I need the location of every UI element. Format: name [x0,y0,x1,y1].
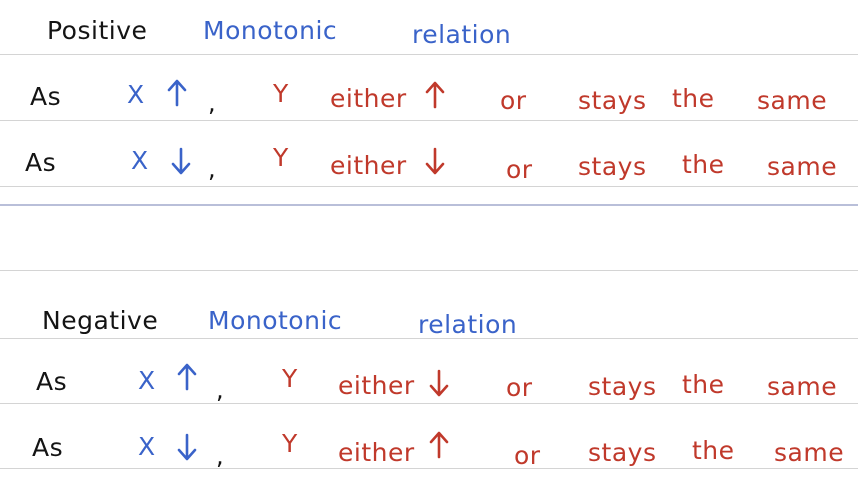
red-up-arrow-icon [428,430,450,460]
y-variable: Y [273,143,289,172]
either-text: either [330,151,407,180]
y-variable: Y [273,79,289,108]
red-up-arrow-icon [424,80,446,110]
the-text: the [672,84,715,113]
ruled-line [0,468,858,469]
x-variable: X [138,432,156,461]
the-text: the [682,150,725,179]
same-text: same [767,152,838,181]
or-text: or [506,373,533,402]
as-text: As [25,148,57,177]
title-word-monotonic: Monotonic [208,306,343,335]
same-text: same [774,438,845,467]
either-text: either [330,84,407,113]
or-text: or [506,155,533,184]
stays-text: stays [588,372,657,401]
comma: , [208,89,216,117]
same-text: same [757,86,828,115]
ruled-line [0,403,858,404]
ruled-line [0,54,858,55]
either-text: either [338,438,415,467]
x-variable: X [138,366,156,395]
x-variable: X [131,146,149,175]
stays-text: stays [588,438,657,467]
title-word-relation: relation [412,20,512,49]
blue-up-arrow-icon [176,362,198,392]
ruled-line [0,186,858,187]
x-variable: X [127,80,145,109]
stays-text: stays [578,152,647,181]
as-text: As [32,433,64,462]
stays-text: stays [578,86,647,115]
y-variable: Y [282,364,298,393]
comma: , [216,442,224,470]
blue-up-arrow-icon [166,78,188,108]
title-word-negative: Negative [42,306,159,335]
comma: , [208,155,216,183]
blue-down-arrow-icon [176,432,198,462]
or-text: or [514,441,541,470]
same-text: same [767,372,838,401]
as-text: As [36,367,68,396]
comma: , [216,376,224,404]
title-word-positive: Positive [47,16,148,45]
red-down-arrow-icon [424,146,446,176]
title-word-monotonic: Monotonic [203,16,338,45]
as-text: As [30,82,62,111]
ruled-line [0,270,858,271]
red-down-arrow-icon [428,368,450,398]
or-text: or [500,86,527,115]
section-divider [0,204,858,206]
y-variable: Y [282,429,298,458]
the-text: the [682,370,725,399]
either-text: either [338,371,415,400]
title-word-relation: relation [418,310,518,339]
the-text: the [692,436,735,465]
ruled-line [0,120,858,121]
blue-down-arrow-icon [170,146,192,176]
